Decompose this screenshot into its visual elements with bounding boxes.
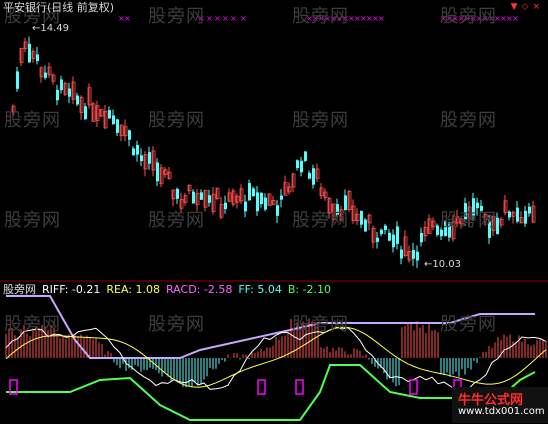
watermark: 股旁网 <box>148 210 205 231</box>
candle-body <box>380 229 383 235</box>
candle-body <box>244 201 247 212</box>
signal-marker: × <box>230 14 237 23</box>
candle-body <box>208 195 211 203</box>
rea-value: REA: 1.08 <box>106 283 160 296</box>
candle-body <box>68 88 71 97</box>
candle-body <box>400 249 403 259</box>
candle-body <box>56 89 59 101</box>
candle-body <box>528 206 531 214</box>
ff-value: FF: 5.04 <box>238 283 282 296</box>
b-value: B: -2.10 <box>287 283 332 296</box>
candle-body <box>260 192 263 205</box>
candle-body <box>116 119 119 133</box>
candle-body <box>276 205 279 216</box>
candle-body <box>364 219 367 232</box>
watermark: 股旁网 <box>4 314 61 335</box>
candle-body <box>420 232 423 243</box>
candle-body <box>312 168 315 185</box>
watermark: 股旁网 <box>292 210 349 231</box>
candle-body <box>252 188 255 197</box>
candle-body <box>436 225 439 235</box>
watermark: 股旁网 <box>292 6 349 27</box>
candle-body <box>112 115 115 125</box>
candle-body <box>148 152 151 164</box>
candle-body <box>300 160 303 173</box>
candle-body <box>296 160 299 169</box>
watermark: 股旁网 <box>4 110 61 131</box>
candle-body <box>108 110 111 119</box>
candle-body <box>28 43 31 63</box>
watermark: 股旁网 <box>440 6 497 27</box>
signal-marker: × <box>206 14 213 23</box>
watermark: 股旁网 <box>148 314 205 335</box>
candle-body <box>412 249 415 259</box>
candle-body <box>84 106 87 120</box>
watermark: 股旁网 <box>440 110 497 131</box>
signal-box <box>257 379 266 395</box>
candle-body <box>280 195 283 200</box>
candle-body <box>264 197 267 210</box>
candle-body <box>156 162 159 182</box>
close-icon[interactable]: × <box>532 2 544 12</box>
signal-box <box>295 379 304 395</box>
candle-body <box>396 226 399 244</box>
candle-body <box>128 130 131 140</box>
candle-body <box>508 211 511 218</box>
low-price-label: ←10.03 <box>424 259 462 270</box>
candle-body <box>308 172 311 179</box>
watermark: 股旁网 <box>292 110 349 131</box>
candle-body <box>416 251 419 261</box>
candle-body <box>360 211 363 225</box>
watermark: 股旁网 <box>4 210 61 231</box>
candle-body <box>516 207 519 222</box>
down-arrow-icon[interactable]: ▼ <box>511 2 522 12</box>
candle-body <box>132 148 135 156</box>
candle-body <box>200 192 203 200</box>
candle-body <box>384 225 387 231</box>
candle-body <box>176 188 179 199</box>
candle-body <box>388 232 391 241</box>
watermark: 股旁网 <box>440 210 497 231</box>
diamond-icon[interactable]: ◇ <box>522 2 533 12</box>
candle-body <box>44 72 47 78</box>
candle-body <box>304 151 307 161</box>
signal-box <box>409 379 418 395</box>
signal-marker: × <box>512 14 519 23</box>
logo-url: www.tdx001.com <box>458 406 545 417</box>
candle-body <box>376 237 379 242</box>
high-price-label: ←14.49 <box>32 23 70 34</box>
watermark: 股旁网 <box>440 314 497 335</box>
signal-marker: × <box>222 14 229 23</box>
candle-body <box>392 234 395 248</box>
candle-body <box>76 95 79 105</box>
indicator-legend: 股旁网 RIFF: -0.21 REA: 1.08 RACD: -2.58 FF: 5.… <box>3 283 337 296</box>
candle-body <box>36 54 39 62</box>
candle-body <box>224 202 227 210</box>
watermark: 股旁网 <box>148 110 205 131</box>
candle-body <box>60 79 63 91</box>
signal-marker: × <box>240 14 247 23</box>
candle-body <box>524 210 527 224</box>
indicator-name: 股旁网 <box>3 283 36 296</box>
candle-body <box>140 155 143 162</box>
chart-window[interactable]: × × × × × × × × × × × × × × × × × × × × × × × × × × × × × × × × × × 股旁网 股… <box>0 0 548 424</box>
signal-marker: × <box>124 14 131 23</box>
racd-value: RACD: -2.58 <box>165 283 233 296</box>
watermark: 股旁网 <box>292 314 349 335</box>
signal-marker: × <box>378 14 385 23</box>
riff-value: RIFF: -0.21 <box>42 283 101 296</box>
corner-controls[interactable]: ▼◇× <box>511 2 544 12</box>
chart-title: 平安银行(日线 前复权) <box>3 1 115 14</box>
watermark: 股旁网 <box>148 6 205 27</box>
candle-body <box>136 144 139 155</box>
candle-body <box>16 71 19 89</box>
candle-body <box>248 183 251 201</box>
candle-body <box>192 191 195 204</box>
signal-marker: × <box>214 14 221 23</box>
candle-body <box>256 192 259 212</box>
